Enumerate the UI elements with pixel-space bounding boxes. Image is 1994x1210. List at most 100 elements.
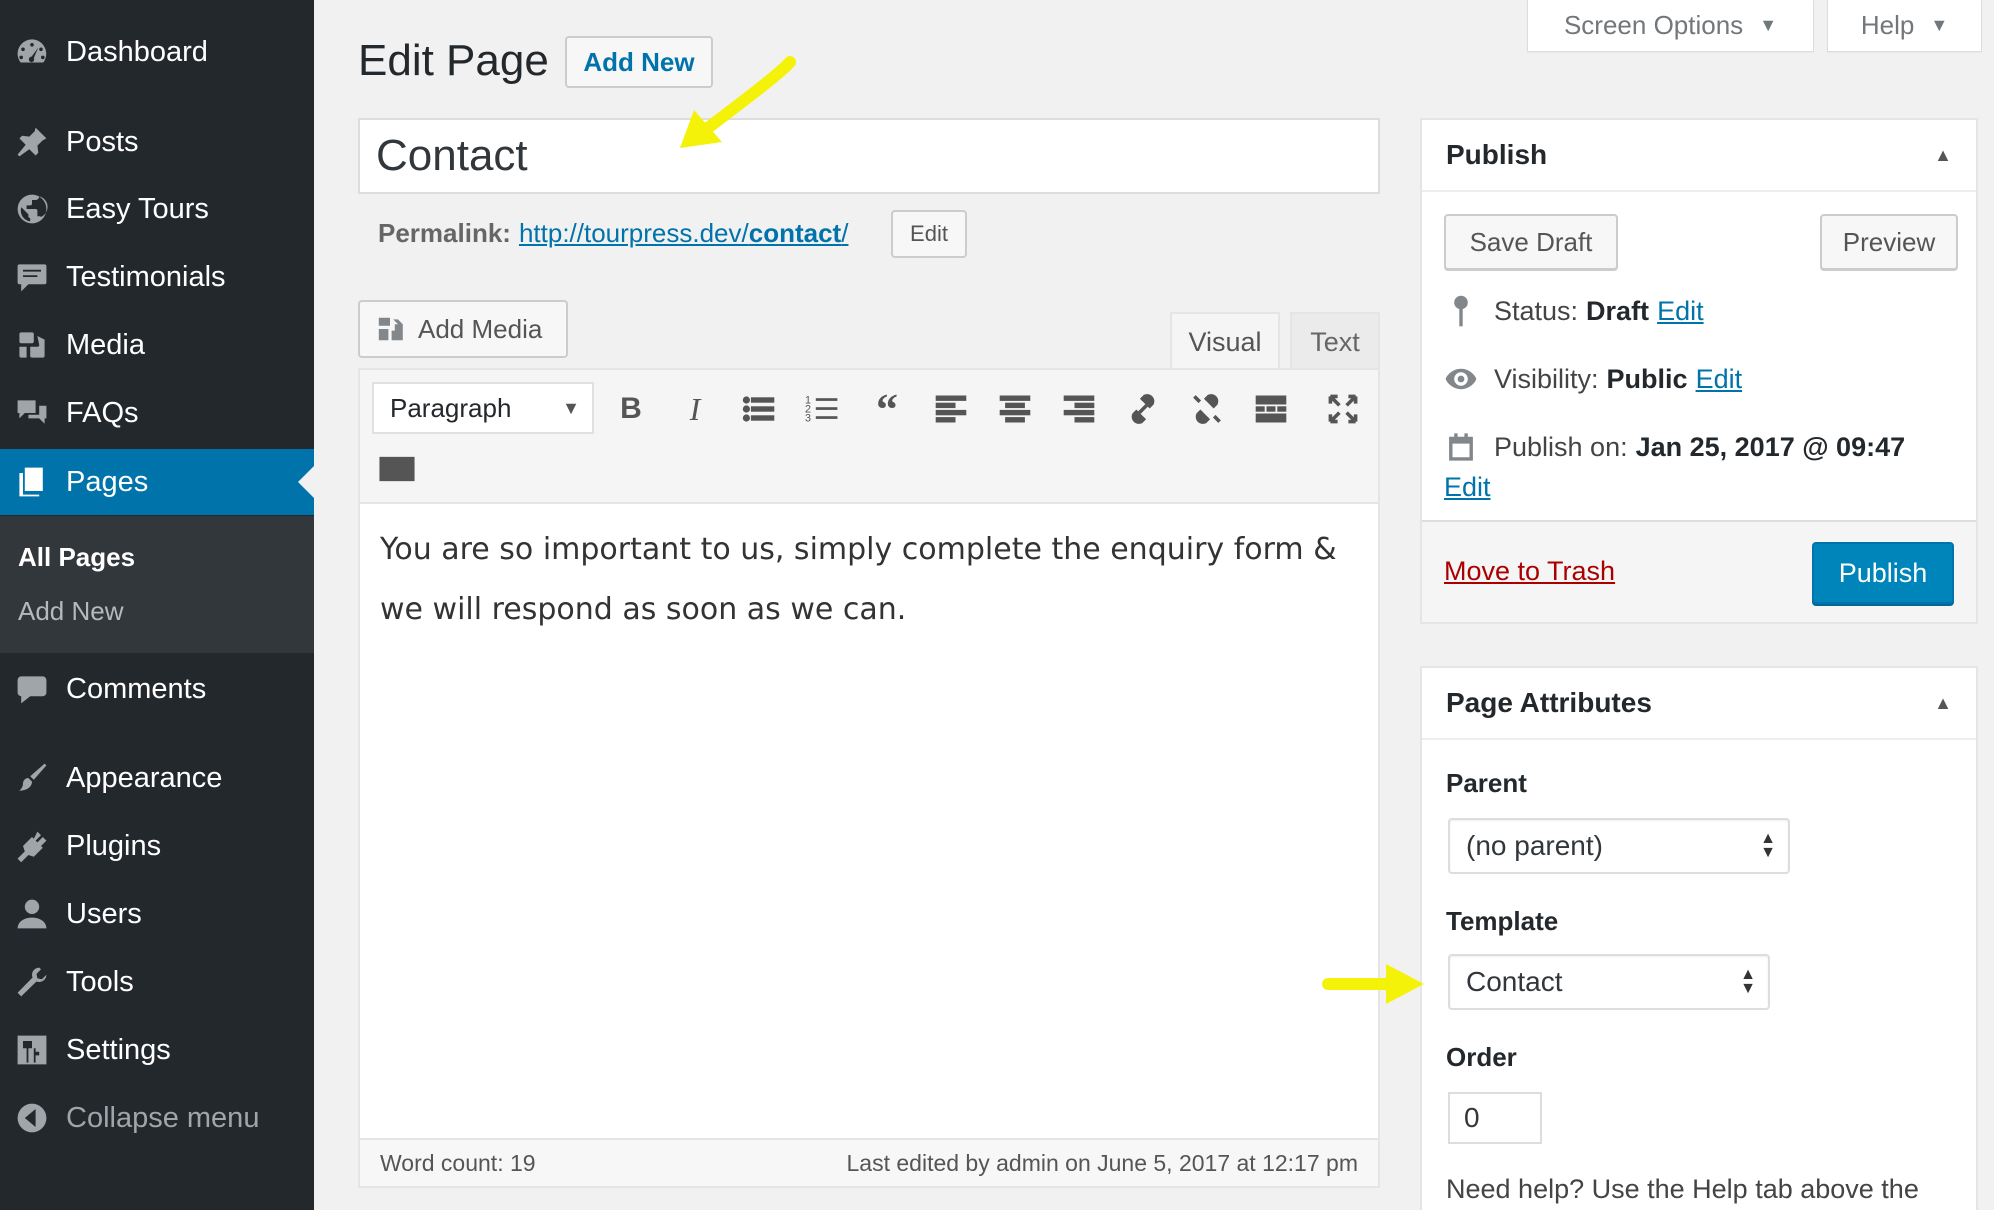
format-select-value: Paragraph — [390, 392, 512, 423]
publish-date-edit-link[interactable]: Edit — [1444, 472, 1491, 503]
caret-down-icon: ▼ — [562, 397, 580, 418]
sidebar-item-pages[interactable]: Pages — [0, 449, 314, 515]
bullet-list-button[interactable] — [736, 386, 782, 432]
collapse-toggle-icon[interactable]: ▲ — [1934, 145, 1952, 166]
status-row: Status: Draft Edit — [1444, 294, 1704, 328]
permalink-edit-button[interactable]: Edit — [891, 210, 967, 258]
remove-link-button[interactable] — [1184, 386, 1230, 432]
sidebar-item-plugins[interactable]: Plugins — [0, 813, 314, 879]
bullet-list-icon — [742, 396, 775, 422]
editor-content[interactable]: You are so important to us, simply compl… — [380, 520, 1360, 640]
blockquote-button[interactable]: “ — [864, 385, 910, 434]
submenu-all-pages[interactable]: All Pages — [18, 542, 135, 573]
user-icon — [12, 894, 52, 934]
post-title-input[interactable] — [358, 118, 1380, 194]
tab-visual[interactable]: Visual — [1170, 312, 1280, 370]
screen-options-button[interactable]: Screen Options ▼ — [1527, 0, 1814, 52]
sidebar-item-label: Easy Tours — [66, 192, 209, 225]
sidebar-item-comments[interactable]: Comments — [0, 656, 314, 722]
admin-sidebar: Dashboard Posts Easy Tours Testimonials … — [0, 0, 314, 1210]
sidebar-item-users[interactable]: Users — [0, 881, 314, 947]
comment-icon — [12, 669, 52, 709]
publish-date-edit-row: Edit — [1444, 472, 1491, 503]
preview-button[interactable]: Preview — [1820, 214, 1958, 270]
visibility-row: Visibility: Public Edit — [1444, 362, 1742, 396]
visibility-edit-link[interactable]: Edit — [1696, 364, 1743, 395]
pin-icon — [1454, 295, 1468, 327]
align-right-button[interactable] — [1056, 386, 1102, 432]
publish-box-header[interactable]: Publish ▲ — [1422, 120, 1976, 192]
brush-icon — [12, 758, 52, 798]
template-select-value: Contact — [1466, 966, 1563, 997]
editor-status-bar: Word count: 19 Last edited by admin on J… — [360, 1138, 1378, 1186]
page-attributes-header[interactable]: Page Attributes ▲ — [1422, 668, 1976, 740]
publish-box: Publish ▲ Save Draft Preview Status: Dra… — [1420, 118, 1978, 624]
sidebar-item-posts[interactable]: Posts — [0, 109, 314, 175]
wrench-icon — [12, 962, 52, 1002]
annotation-arrow-icon — [1322, 964, 1424, 1004]
annotation-arrow-icon — [680, 56, 796, 148]
toolbar-toggle-button[interactable] — [374, 446, 420, 492]
align-right-icon — [1063, 395, 1095, 423]
sidebar-item-media[interactable]: Media — [0, 312, 314, 378]
parent-select[interactable]: (no parent) ▲ ▼ — [1448, 818, 1790, 874]
sidebar-item-tools[interactable]: Tools — [0, 949, 314, 1015]
permalink-link[interactable]: http://tourpress.dev/contact/ — [519, 218, 849, 249]
sidebar-item-dashboard[interactable]: Dashboard — [0, 19, 314, 85]
collapse-menu-button[interactable]: Collapse menu — [0, 1085, 314, 1151]
eye-icon — [1445, 368, 1477, 390]
template-label: Template — [1446, 906, 1559, 936]
insert-link-button[interactable] — [1120, 386, 1166, 432]
select-arrows-icon: ▲ ▼ — [1740, 966, 1756, 997]
parent-select-value: (no parent) — [1466, 830, 1603, 861]
add-media-button[interactable]: Add Media — [358, 300, 568, 358]
link-icon — [1131, 394, 1155, 424]
add-media-icon — [378, 317, 403, 341]
align-left-button[interactable] — [928, 386, 974, 432]
align-left-icon — [935, 395, 967, 423]
keyboard-icon — [379, 456, 415, 482]
bold-button[interactable]: B — [608, 386, 654, 432]
italic-button[interactable]: I — [672, 386, 718, 432]
sidebar-item-label: Pages — [66, 465, 149, 498]
permalink-end: / — [841, 218, 849, 248]
visibility-value: Public — [1606, 363, 1688, 394]
sidebar-item-appearance[interactable]: Appearance — [0, 745, 314, 811]
sidebar-item-testimonials[interactable]: Testimonials — [0, 244, 314, 310]
submenu-add-new[interactable]: Add New — [18, 596, 124, 627]
read-more-button[interactable] — [1248, 386, 1294, 432]
sidebar-item-easy-tours[interactable]: Easy Tours — [0, 176, 314, 242]
publish-button[interactable]: Publish — [1812, 542, 1954, 604]
numbered-list-icon: 123 — [805, 395, 838, 425]
sidebar-item-label: Dashboard — [66, 35, 208, 68]
calendar-icon — [1449, 433, 1473, 461]
publish-box-title: Publish — [1446, 139, 1548, 170]
sidebar-item-label: Settings — [66, 1033, 171, 1066]
fullscreen-button[interactable] — [1320, 386, 1366, 432]
align-center-icon — [999, 395, 1031, 423]
help-button[interactable]: Help ▼ — [1827, 0, 1982, 52]
collapse-toggle-icon[interactable]: ▲ — [1934, 693, 1952, 714]
visibility-label: Visibility: — [1494, 363, 1599, 394]
fullscreen-icon — [1328, 394, 1358, 424]
add-media-label: Add Media — [418, 313, 543, 344]
save-draft-button[interactable]: Save Draft — [1444, 214, 1618, 270]
sidebar-item-faqs[interactable]: FAQs — [0, 380, 314, 446]
status-edit-link[interactable]: Edit — [1657, 296, 1704, 327]
help-text: Need help? Use the Help tab above the — [1446, 1174, 1919, 1204]
numbered-list-button[interactable]: 123 — [800, 386, 846, 432]
order-input[interactable] — [1448, 1092, 1542, 1144]
permalink-base: http://tourpress.dev/ — [518, 218, 749, 248]
editor-toolbar: Paragraph ▼ B I 123 “ — [360, 370, 1378, 504]
comment-icon — [12, 257, 52, 297]
align-center-button[interactable] — [992, 386, 1038, 432]
template-select[interactable]: Contact ▲ ▼ — [1448, 954, 1770, 1010]
move-to-trash-link[interactable]: Move to Trash — [1444, 556, 1615, 587]
format-select[interactable]: Paragraph ▼ — [372, 382, 594, 434]
collapse-icon — [12, 1098, 52, 1138]
permalink-slug: contact — [748, 218, 842, 248]
sidebar-item-settings[interactable]: Settings — [0, 1017, 314, 1083]
publish-date-row: Publish on: Jan 25, 2017 @ 09:47 — [1444, 430, 1913, 464]
order-label: Order — [1446, 1042, 1517, 1072]
tab-text[interactable]: Text — [1290, 312, 1380, 370]
